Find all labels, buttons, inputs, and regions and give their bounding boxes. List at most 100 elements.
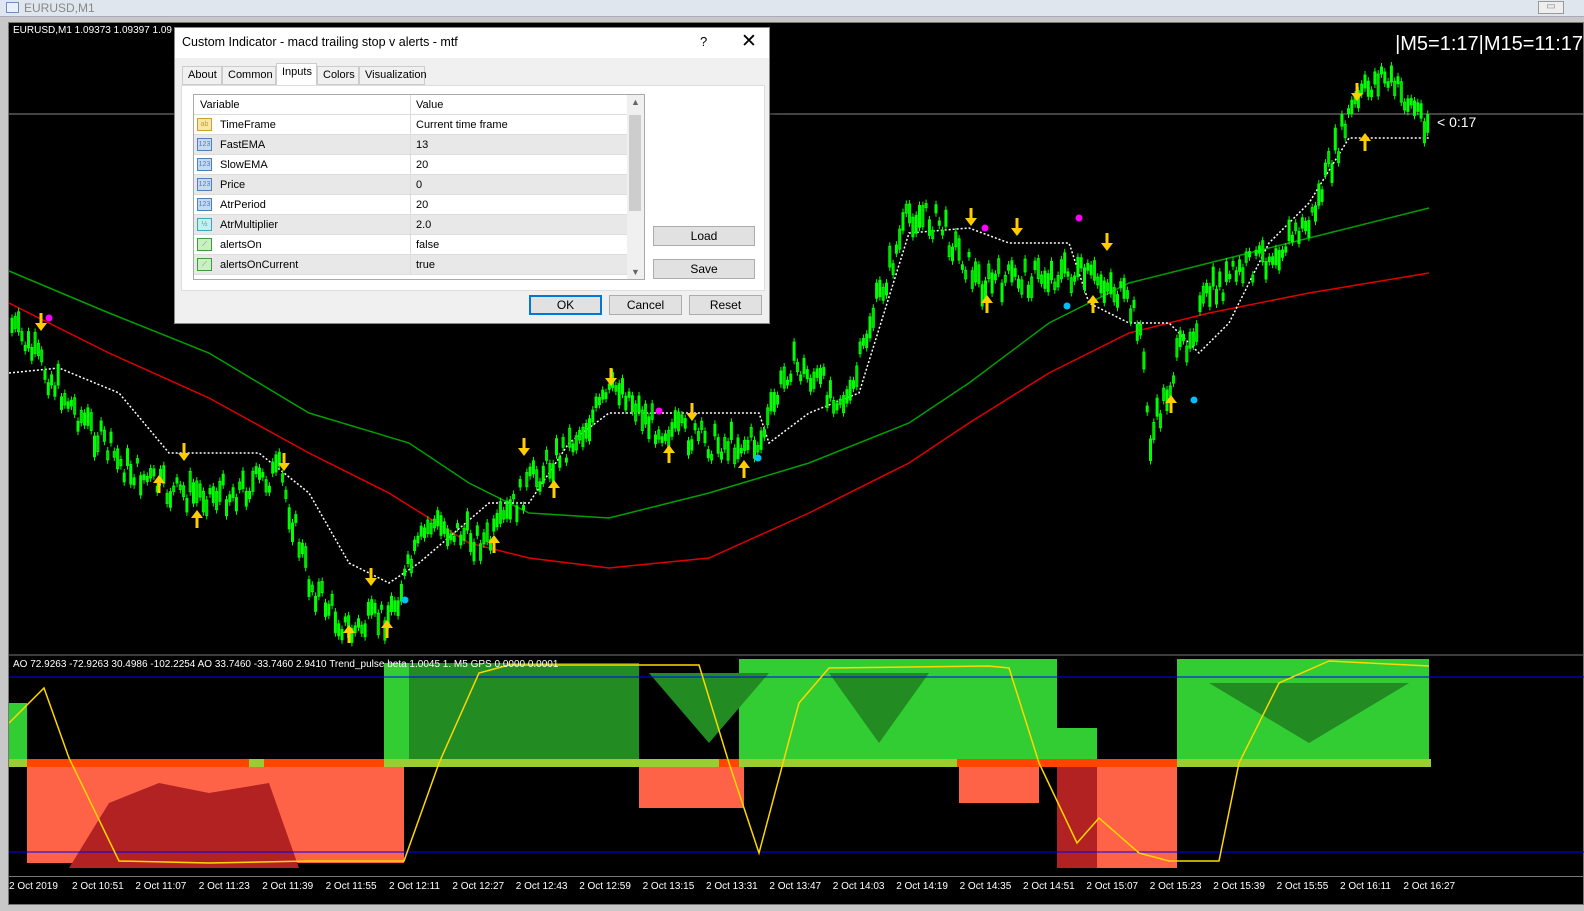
window-titlebar: EURUSD,M1 ▭ [0,0,1584,17]
trend-strip-down [27,759,249,767]
inputs-scrollbar[interactable]: ▲ ▼ [627,95,644,279]
sell-arrow-icon [686,413,698,421]
variable-value[interactable]: Current time frame [416,119,508,131]
time-tick: 2 Oct 14:35 [959,881,1012,892]
time-tick: 2 Oct 11:55 [325,881,377,892]
sell-arrow-icon [518,448,530,456]
tab-common[interactable]: Common [222,66,276,85]
time-tick: 2 Oct 15:39 [1213,881,1265,892]
variable-value[interactable]: 20 [416,159,428,171]
load-button[interactable]: Load [653,226,755,246]
time-tick: 2 Oct 14:03 [832,881,885,892]
inputs-panel: Variable Value ab TimeFrame Current time… [181,85,765,291]
sell-arrow-icon [365,578,377,586]
close-icon[interactable]: ✕ [741,30,757,53]
input-row-timeframe[interactable]: ab TimeFrame Current time frame [194,115,628,135]
trail-dot [1075,214,1083,222]
trail-dot [401,596,409,604]
buy-arrow-icon [488,535,500,543]
sell-arrow-icon [1011,228,1023,236]
tab-colors[interactable]: Colors [317,66,359,85]
variable-value[interactable]: 0 [416,179,422,191]
variable-name: AtrPeriod [220,199,266,211]
variable-name: alertsOn [220,239,262,251]
header-value: Value [416,99,444,111]
variable-name: AtrMultiplier [220,219,279,231]
variable-value[interactable]: 2.0 [416,219,431,231]
mtf-timer: |M5=1:17|M15=11:17 [1395,33,1583,55]
trail-dot [45,314,53,322]
time-tick: 2 Oct 13:47 [769,881,822,892]
input-row-atrmultiplier[interactable]: ½ AtrMultiplier 2.0 [194,215,628,235]
integer-type-icon: 123 [197,198,212,211]
buy-arrow-icon [738,460,750,468]
table-header: Variable Value [194,95,628,115]
sell-arrow-icon [965,218,977,226]
bar-countdown: < 0:17 [1437,114,1477,130]
input-row-alertson[interactable]: ⟋ alertsOn false [194,235,628,255]
integer-type-icon: 123 [197,178,212,191]
variable-value[interactable]: 20 [416,199,428,211]
header-variable: Variable [200,99,240,111]
time-tick: 2 Oct 11:07 [135,881,187,892]
input-row-fastema[interactable]: 123 FastEMA 13 [194,135,628,155]
input-row-price[interactable]: 123 Price 0 [194,175,628,195]
variable-name: alertsOnCurrent [220,259,299,271]
ok-button[interactable]: OK [529,295,602,315]
time-tick: 2 Oct 15:07 [1086,881,1139,892]
trend-strip-down [957,759,1177,767]
buy-arrow-icon [1359,133,1371,141]
input-row-alertsoncurrent[interactable]: ⟋ alertsOnCurrent true [194,255,628,275]
trail-dot [754,454,762,462]
time-tick: 2 Oct 13:15 [642,881,695,892]
symbol-info: EURUSD,M1 1.09373 1.09397 1.09 [13,25,172,36]
trail-dot [655,407,663,415]
variable-name: SlowEMA [220,159,268,171]
minimize-button[interactable]: ▭ [1538,1,1564,14]
time-tick: 2 Oct 14:51 [1023,881,1075,892]
variable-name: TimeFrame [220,119,276,131]
trend-strip-down [264,759,384,767]
trail-dot [1190,396,1198,404]
osc-down-bar [1057,767,1097,868]
time-tick: 2 Oct 16:11 [1340,881,1391,892]
input-row-atrperiod[interactable]: 123 AtrPeriod 20 [194,195,628,215]
save-button[interactable]: Save [653,259,755,279]
oscillator-info: AO 72.9263 -72.9263 30.4986 -102.2254 AO… [13,659,559,670]
time-tick: 2 Oct 11:39 [262,881,314,892]
help-button[interactable]: ? [700,34,707,49]
osc-down-bar [959,767,1039,803]
integer-type-icon: 123 [197,138,212,151]
time-axis: 2 Oct 2019 2 Oct 10:51 2 Oct 11:07 2 Oct 11… [9,876,1584,906]
cancel-button[interactable]: Cancel [609,295,682,315]
dialog-title: Custom Indicator - macd trailing stop v … [182,35,458,49]
trail-dot [1063,302,1071,310]
double-type-icon: ½ [197,218,212,231]
time-tick: 2 Oct 12:43 [515,881,568,892]
tab-inputs[interactable]: Inputs [276,63,317,85]
time-tick: 2 Oct 16:27 [1403,881,1456,892]
chart-window-icon [6,2,19,13]
reset-button[interactable]: Reset [689,295,762,315]
variable-value[interactable]: 13 [416,139,428,151]
osc-up-bar [9,703,27,763]
window-title: EURUSD,M1 [24,1,95,15]
variable-value[interactable]: true [416,259,435,271]
tab-visualization[interactable]: Visualization [359,66,427,85]
time-tick: 2 Oct 12:11 [389,881,440,892]
boolean-type-icon: ⟋ [197,258,212,271]
integer-type-icon: 123 [197,158,212,171]
variable-name: Price [220,179,246,191]
time-tick: 2 Oct 12:59 [579,881,631,892]
tab-about[interactable]: About [182,66,222,85]
time-tick: 2 Oct 11:23 [198,881,250,892]
time-tick: 2 Oct 15:23 [1149,881,1202,892]
boolean-type-icon: ⟋ [197,238,212,251]
custom-indicator-dialog: Custom Indicator - macd trailing stop v … [174,27,770,324]
sell-arrow-icon [605,378,617,386]
input-row-slowema[interactable]: 123 SlowEMA 20 [194,155,628,175]
trail-dot [981,224,989,232]
time-tick: 2 Oct 15:55 [1276,881,1329,892]
osc-up-bar [1037,728,1097,763]
variable-value[interactable]: false [416,239,439,251]
